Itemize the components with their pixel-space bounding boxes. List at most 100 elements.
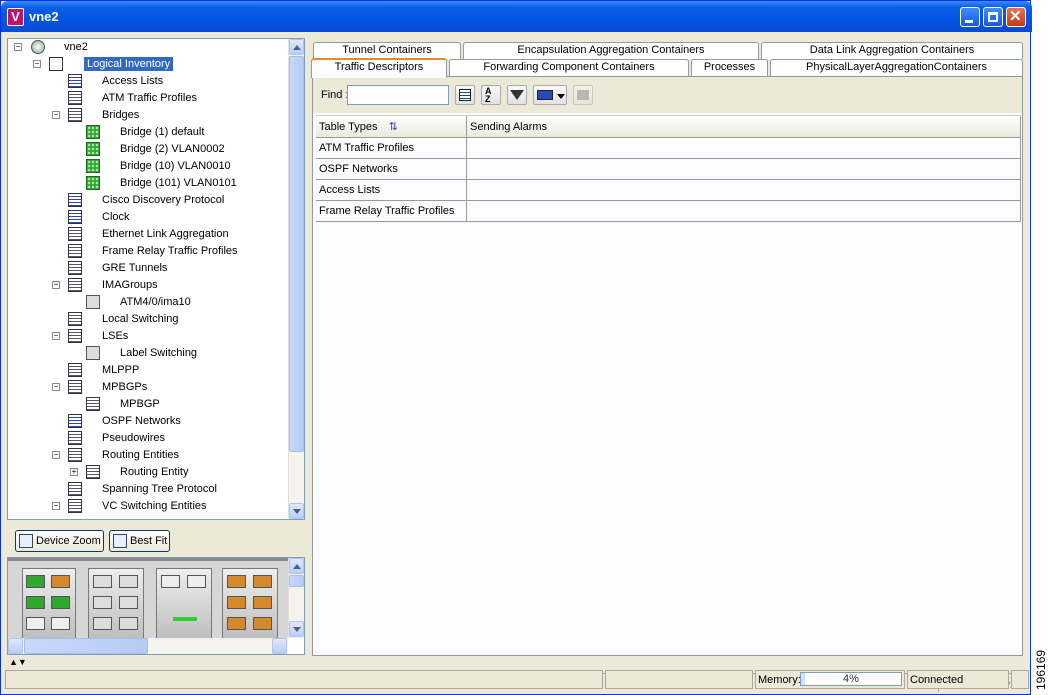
tab-data-link-aggregation[interactable]: Data Link Aggregation Containers [761,42,1023,59]
tab-encapsulation-aggregation[interactable]: Encapsulation Aggregation Containers [463,42,759,59]
inventory-tree[interactable]: − vne2 − Logical Inventory Access Lists A… [7,38,305,520]
tab-processes[interactable]: Processes [691,59,768,76]
tree-item[interactable]: OSPF Networks [8,413,288,430]
table-cell-alarms[interactable] [467,201,1021,222]
tree-item[interactable]: Clock [8,209,288,226]
export-icon[interactable] [573,85,593,105]
table-cell-alarms[interactable] [467,159,1021,180]
collapse-icon[interactable]: − [33,60,41,68]
tree-item[interactable]: − MPBGPs [8,379,288,396]
minimize-button[interactable] [960,7,980,27]
device-hscroll[interactable] [8,638,288,654]
tree-item[interactable]: MPBGP [8,396,288,413]
collapse-icon[interactable]: − [52,281,60,289]
memory-panel: Memory: 4% [755,670,905,689]
tree-item[interactable]: Spanning Tree Protocol [8,481,288,498]
card-3[interactable] [156,568,212,641]
tree-item[interactable]: − LSEs [8,328,288,345]
tree-item[interactable]: − Routing Entities [8,447,288,464]
tab-physical-layer-aggregation[interactable]: PhysicalLayerAggregationContainers [770,59,1023,76]
scroll-thumb[interactable] [24,638,148,654]
title-bar[interactable]: V vne2 ✕ [1,1,1032,32]
table-icon [86,397,100,411]
collapse-icon[interactable]: − [52,332,60,340]
tree-item[interactable]: − VC Switching Entities [8,498,288,515]
tree-item[interactable]: MLPPP [8,362,288,379]
port-icon [161,575,180,588]
tree-item[interactable]: ATM Traffic Profiles [8,90,288,107]
device-zoom-button[interactable]: Device Zoom [15,530,104,552]
card-2[interactable] [88,568,144,641]
table-icon [68,380,82,394]
tree-item[interactable]: Access Lists [8,73,288,90]
table-icon [68,91,82,105]
tree-item-label: Bridges [102,109,140,121]
table-icon [68,499,82,513]
port-icon [253,596,272,609]
card-4[interactable] [222,568,278,641]
tree-item[interactable]: Cisco Discovery Protocol [8,192,288,209]
tab-traffic-descriptors[interactable]: Traffic Descriptors [311,58,447,78]
tab-tunnel-containers[interactable]: Tunnel Containers [313,42,461,59]
scroll-thumb[interactable] [289,56,304,452]
card-1[interactable] [22,568,76,641]
tree-item[interactable]: Frame Relay Traffic Profiles [8,243,288,260]
column-header-table-types[interactable]: Table Types ⇅ [316,116,467,138]
tree-item-label: Bridge (1) default [120,126,205,138]
tree-item[interactable]: Bridge (1) default [8,124,288,141]
tree-item[interactable]: Local Switching [8,311,288,328]
table-cell-type[interactable]: Access Lists [316,180,467,201]
split-arrows-icon[interactable]: ▲▼ [9,657,27,667]
tree-item[interactable]: Bridge (101) VLAN0101 [8,175,288,192]
tree-item[interactable]: − Bridges [8,107,288,124]
tree-item-logical-inventory[interactable]: − Logical Inventory [32,56,282,73]
scroll-down-button[interactable] [289,621,304,637]
close-button[interactable]: ✕ [1006,7,1026,27]
tree-item[interactable]: Bridge (2) VLAN0002 [8,141,288,158]
table-settings-icon[interactable] [455,85,475,105]
table-cell-type[interactable]: OSPF Networks [316,159,467,180]
best-fit-button[interactable]: Best Fit [109,530,170,552]
collapse-icon[interactable]: − [14,43,22,51]
tree-item[interactable]: − IMAGroups [8,277,288,294]
tab-content: Find : AZ Table Types ⇅ Sending Alarms A… [312,76,1023,692]
memory-value: 4% [843,673,859,685]
expand-icon[interactable]: + [70,468,78,476]
scroll-thumb[interactable] [289,575,304,587]
column-header-sending-alarms[interactable]: Sending Alarms [467,116,1021,138]
collapse-icon[interactable]: − [52,111,60,119]
scroll-up-button[interactable] [289,558,304,574]
filter-icon[interactable] [507,85,527,105]
device-vscroll[interactable] [288,558,304,638]
tree-item-label: Bridge (10) VLAN0010 [120,160,231,172]
tree-item[interactable]: + Routing Entity [8,464,288,481]
device-view[interactable] [7,557,305,655]
scroll-up-button[interactable] [289,39,304,55]
table-cell-alarms[interactable] [467,180,1021,201]
tree-scrollbar[interactable] [288,39,304,519]
sort-az-icon[interactable]: AZ [481,85,501,105]
tree-item[interactable]: Bridge (10) VLAN0010 [8,158,288,175]
table-cell-type[interactable]: Frame Relay Traffic Profiles [316,201,467,222]
tree-item[interactable]: GRE Tunnels [8,260,288,277]
scroll-left-button[interactable] [8,638,23,654]
table-cell-type[interactable]: ATM Traffic Profiles [316,138,467,159]
scroll-right-button[interactable] [272,638,287,654]
collapse-icon[interactable]: − [52,502,60,510]
tree-item[interactable]: Pseudowires [8,430,288,447]
tab-forwarding-component[interactable]: Forwarding Component Containers [449,59,689,76]
tree-item[interactable]: Label Switching [8,345,288,362]
collapse-icon[interactable]: − [52,451,60,459]
table-cell-alarms[interactable] [467,138,1021,159]
tree-item[interactable]: Ethernet Link Aggregation [8,226,288,243]
scroll-down-button[interactable] [289,503,304,519]
tree-item[interactable]: ATM4/0/ima10 [8,294,288,311]
connection-panel: Connected [907,670,1009,689]
collapse-icon[interactable]: − [52,383,60,391]
resize-grip[interactable] [1011,670,1029,689]
columns-dropdown-icon[interactable] [533,85,567,105]
tree-root[interactable]: − vne2 [12,39,282,56]
find-input[interactable] [347,85,449,105]
entity-icon [86,346,100,360]
maximize-button[interactable] [983,7,1003,27]
